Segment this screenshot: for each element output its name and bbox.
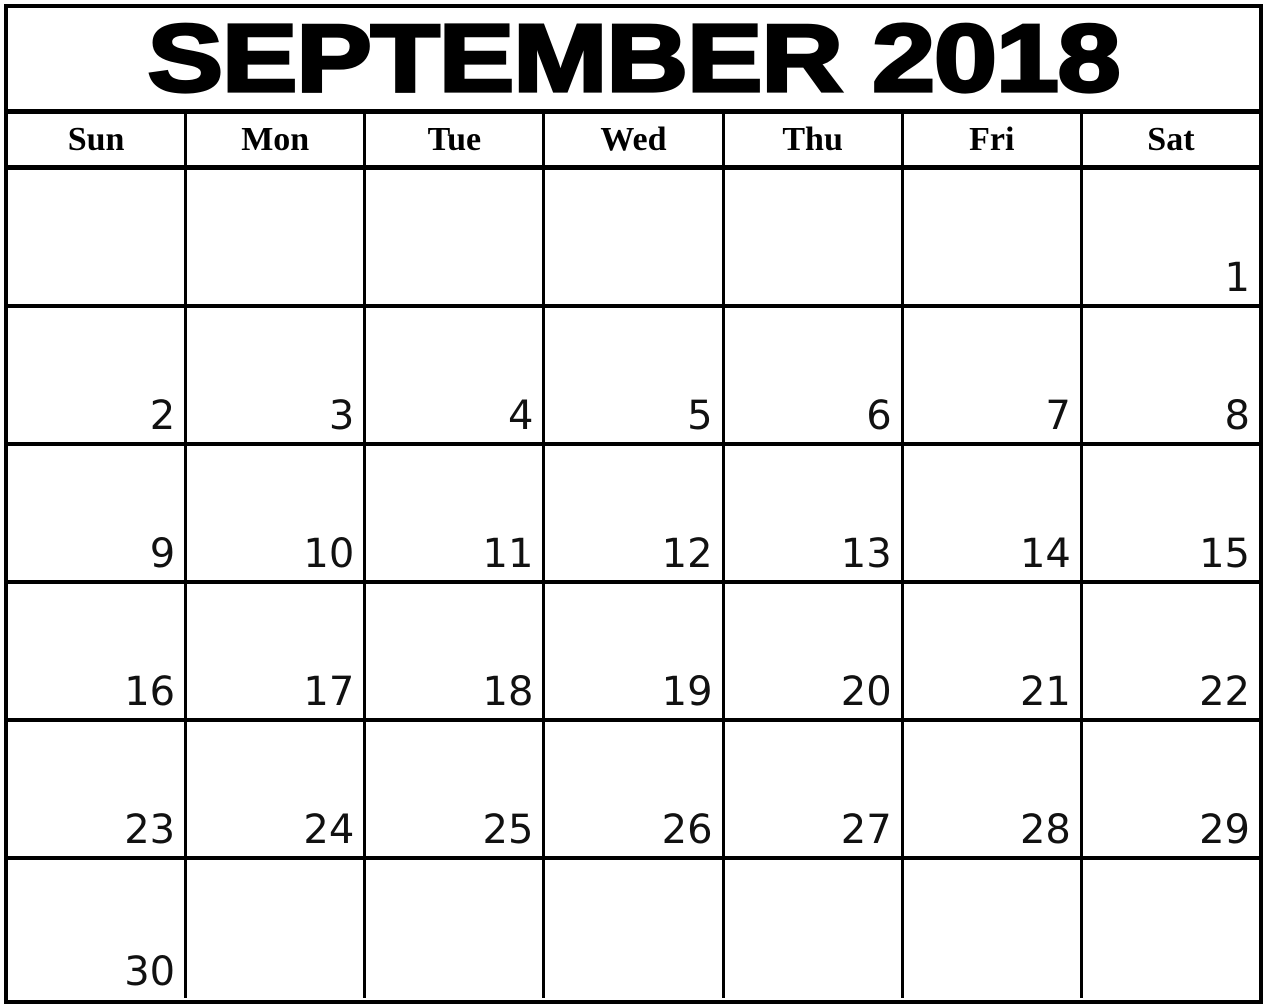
day-number: 23 (124, 807, 176, 853)
weekday-label: Tue (427, 120, 482, 158)
calendar: SEPTEMBER 2018 Sun Mon Tue Wed Thu Fri S… (4, 4, 1263, 1004)
day-number: 21 (1019, 669, 1071, 715)
day-cell[interactable]: 24 (187, 722, 367, 856)
day-number: 27 (840, 807, 892, 853)
day-number: 20 (840, 669, 892, 715)
day-cell[interactable]: 22 (1082, 584, 1259, 718)
week-row: 9 10 11 12 13 14 15 (8, 446, 1259, 584)
weekday-header-row: Sun Mon Tue Wed Thu Fri Sat (8, 114, 1259, 170)
day-cell[interactable]: 1 (1082, 170, 1259, 304)
day-cell[interactable]: 26 (545, 722, 725, 856)
day-cell[interactable] (366, 860, 546, 998)
day-number: 7 (1045, 393, 1071, 439)
day-cell[interactable]: 3 (187, 308, 367, 442)
day-cell[interactable]: 5 (545, 308, 725, 442)
calendar-title-bar: SEPTEMBER 2018 (8, 8, 1259, 114)
day-cell[interactable]: 17 (187, 584, 367, 718)
day-cell[interactable]: 13 (724, 446, 904, 580)
day-cell[interactable]: 15 (1082, 446, 1259, 580)
day-cell[interactable]: 9 (8, 446, 188, 580)
day-cell[interactable] (366, 170, 546, 304)
day-number: 3 (328, 393, 355, 439)
day-cell[interactable]: 27 (724, 722, 904, 856)
day-number: 22 (1199, 669, 1250, 715)
weekday-header-fri: Fri (904, 114, 1083, 165)
day-number: 11 (482, 531, 534, 577)
day-number: 25 (482, 807, 534, 853)
weekday-label: Mon (241, 120, 310, 158)
week-row: 30 (8, 860, 1259, 998)
day-cell[interactable]: 23 (8, 722, 188, 856)
day-number: 14 (1019, 531, 1071, 577)
day-cell[interactable]: 2 (8, 308, 188, 442)
day-number: 12 (661, 531, 713, 577)
day-number: 10 (303, 531, 355, 577)
weekday-header-mon: Mon (187, 114, 367, 165)
day-cell[interactable] (187, 860, 367, 998)
day-cell[interactable]: 12 (545, 446, 725, 580)
day-number: 18 (482, 669, 534, 715)
week-row: 2 3 4 5 6 7 8 (8, 308, 1259, 446)
day-cell[interactable]: 25 (366, 722, 546, 856)
day-number: 24 (303, 807, 355, 853)
day-cell[interactable]: 20 (724, 584, 904, 718)
day-number: 2 (149, 393, 176, 439)
day-cell[interactable]: 14 (903, 446, 1083, 580)
day-number: 17 (303, 669, 355, 715)
weekday-label: Sun (67, 120, 125, 158)
day-number: 1 (1224, 255, 1250, 301)
day-number: 9 (149, 531, 176, 577)
day-number: 26 (661, 807, 713, 853)
day-cell[interactable]: 7 (903, 308, 1083, 442)
week-row: 1 (8, 170, 1259, 308)
day-cell[interactable] (724, 860, 904, 998)
day-number: 5 (687, 393, 713, 439)
day-cell[interactable] (545, 170, 725, 304)
day-cell[interactable]: 8 (1082, 308, 1259, 442)
day-number: 15 (1199, 531, 1250, 577)
day-cell[interactable]: 4 (366, 308, 546, 442)
weekday-header-thu: Thu (725, 114, 904, 165)
day-number: 6 (866, 393, 892, 439)
week-row: 16 17 18 19 20 21 22 (8, 584, 1259, 722)
date-grid: 1 2 3 4 5 6 7 8 9 10 11 12 13 14 15 16 1… (8, 170, 1259, 998)
day-cell[interactable] (903, 860, 1083, 998)
day-cell[interactable] (8, 170, 188, 304)
weekday-header-tue: Tue (366, 114, 546, 165)
day-cell[interactable]: 29 (1082, 722, 1259, 856)
weekday-header-sat: Sat (1083, 114, 1259, 165)
day-number: 13 (840, 531, 892, 577)
day-number: 30 (124, 949, 176, 995)
day-number: 16 (124, 669, 176, 715)
weekday-label: Sat (1147, 120, 1195, 158)
day-cell[interactable]: 16 (8, 584, 188, 718)
day-number: 29 (1199, 807, 1250, 853)
day-cell[interactable]: 18 (366, 584, 546, 718)
weekday-label: Fri (969, 120, 1015, 158)
day-number: 19 (661, 669, 713, 715)
day-number: 4 (507, 393, 534, 439)
day-cell[interactable]: 19 (545, 584, 725, 718)
day-number: 8 (1224, 393, 1250, 439)
day-cell[interactable]: 11 (366, 446, 546, 580)
day-cell[interactable]: 28 (903, 722, 1083, 856)
day-cell[interactable] (1082, 860, 1259, 998)
day-cell[interactable] (724, 170, 904, 304)
weekday-header-wed: Wed (545, 114, 725, 165)
day-cell[interactable] (187, 170, 367, 304)
day-cell[interactable]: 30 (8, 860, 188, 998)
weekday-header-sun: Sun (8, 114, 188, 165)
weekday-label: Thu (782, 120, 843, 158)
day-number: 28 (1019, 807, 1071, 853)
day-cell[interactable] (903, 170, 1083, 304)
week-row: 23 24 25 26 27 28 29 (8, 722, 1259, 860)
day-cell[interactable] (545, 860, 725, 998)
day-cell[interactable]: 10 (187, 446, 367, 580)
day-cell[interactable]: 6 (724, 308, 904, 442)
weekday-label: Wed (600, 120, 667, 158)
month-year-title: SEPTEMBER 2018 (146, 8, 1123, 112)
day-cell[interactable]: 21 (903, 584, 1083, 718)
